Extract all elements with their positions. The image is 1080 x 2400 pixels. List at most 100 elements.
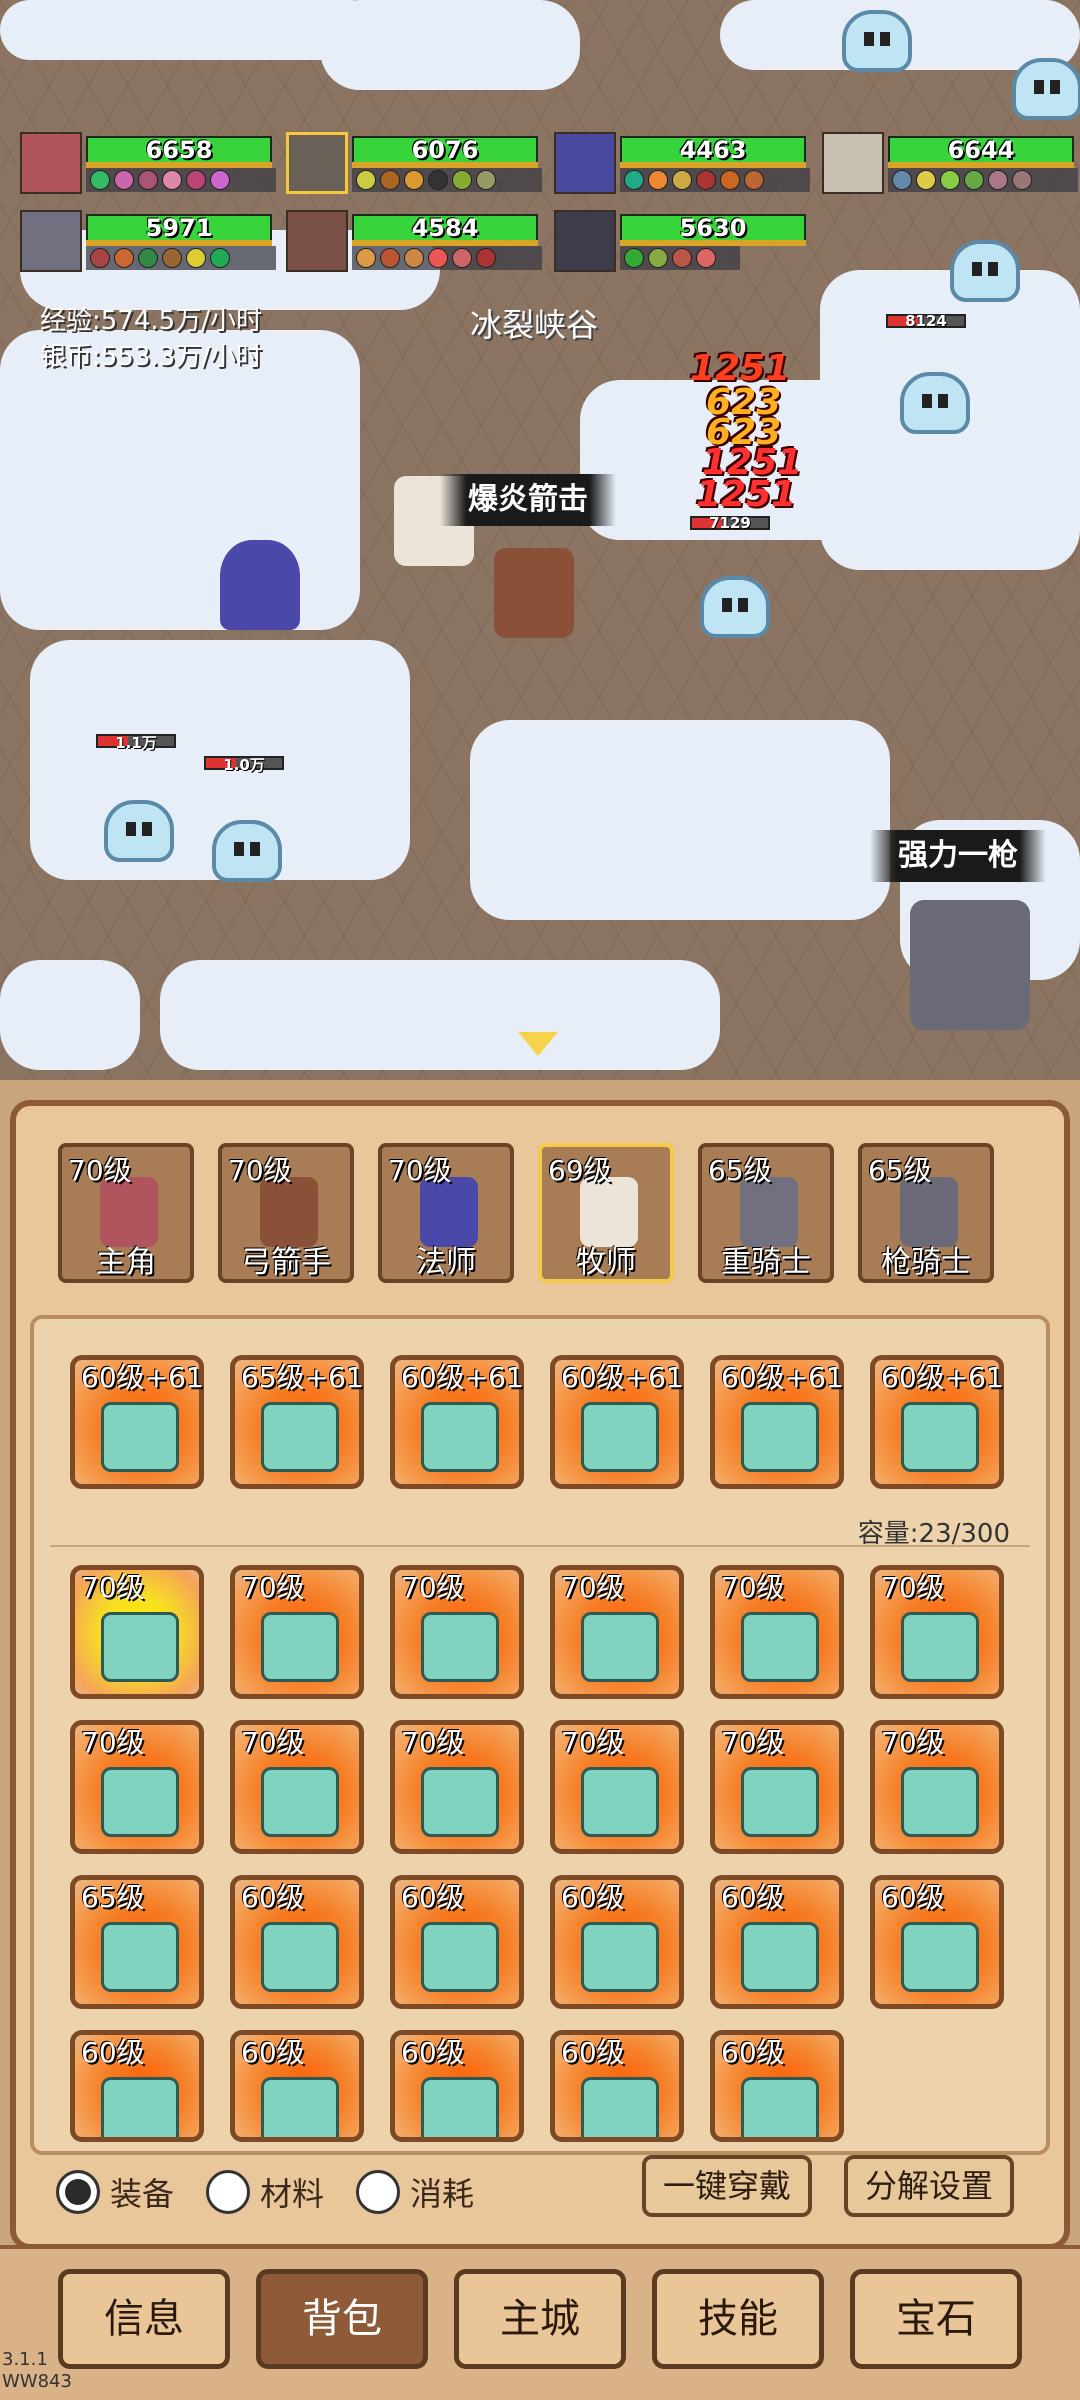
filter-materials[interactable]: 材料 [206,2167,324,2217]
inventory-slot[interactable]: 60级 [390,1875,524,2009]
item-level: 60级+61 [561,1361,684,1394]
item-level: 70级 [721,1726,785,1759]
item-level: 60级 [81,2036,145,2069]
ice-spirit-enemy[interactable] [842,10,912,72]
build-line: WW843 [2,2371,72,2392]
equipped-slot[interactable]: 65级+61 [230,1355,364,1489]
item-level: 65级+61 [241,1361,364,1394]
armor-icon [101,1922,179,1992]
item-level: 60级 [241,1881,305,1914]
helmet-icon [261,1767,339,1837]
equipped-slot[interactable]: 60级+61 [70,1355,204,1489]
pants-icon [741,1612,819,1682]
inventory-slot[interactable]: 70级 [70,1565,204,1699]
party-hp-card[interactable]: 6658 [20,132,280,194]
party-tab-priest[interactable]: 69级 牧师 [538,1143,674,1283]
radio-selected-icon [56,2170,100,2214]
party-tab-protagonist[interactable]: 70级 主角 [58,1143,194,1283]
party-hp-card[interactable]: 5971 [20,210,280,272]
inventory-slot[interactable]: 60级 [550,1875,684,2009]
inventory-slot[interactable]: 70级 [870,1565,1004,1699]
ice-spirit-enemy[interactable] [950,240,1020,302]
ice-spirit-enemy[interactable] [900,372,970,434]
dismantle-settings-button[interactable]: 分解设置 [844,2155,1014,2217]
hp-value: 4584 [411,214,479,242]
inventory-slot[interactable]: 60级 [230,2030,364,2142]
hp-value: 6076 [411,136,479,164]
party-hp-card[interactable]: 4463 [554,132,814,194]
pants-icon [421,2077,499,2137]
nav-bag[interactable]: 背包 [256,2269,428,2369]
inventory-slot[interactable]: 70级 [550,1720,684,1854]
dark-knight-portrait [554,210,616,272]
ice-spirit-enemy[interactable] [700,576,770,638]
armor-icon [741,1922,819,1992]
party-hp-card[interactable]: 6644 [822,132,1080,194]
inventory-slot[interactable]: 60级 [710,1875,844,2009]
item-level: 70级 [241,1571,305,1604]
item-level: 70级 [81,1571,145,1604]
inventory-slot[interactable]: 70级 [230,1720,364,1854]
mage-portrait [554,132,616,194]
knight-portrait [286,132,348,194]
nav-gems[interactable]: 宝石 [850,2269,1022,2369]
inventory-slot[interactable]: 60级 [550,2030,684,2142]
sword-icon [901,1922,979,1992]
inventory-slot[interactable]: 70级 [710,1720,844,1854]
inventory-slot[interactable]: 65级 [70,1875,204,2009]
helmet-icon [741,2077,819,2137]
inventory-slot[interactable]: 60级 [390,2030,524,2142]
party-tab-archer[interactable]: 70级 弓箭手 [218,1143,354,1283]
item-level: 60级 [881,1881,945,1914]
ice-spirit-enemy[interactable] [212,820,282,882]
party-hp-card[interactable]: 6076 [286,132,546,194]
bracer-icon [741,1767,819,1837]
inventory-slot[interactable]: 70级 [550,1565,684,1699]
skill-callout: 爆炎箭击 [440,474,616,526]
inventory-slot[interactable]: 70级 [70,1720,204,1854]
item-level: 60级 [401,2036,465,2069]
nav-city[interactable]: 主城 [454,2269,626,2369]
helmet-icon [101,2077,179,2137]
inventory-slot[interactable]: 60级 [230,1875,364,2009]
item-level: 70级 [561,1726,625,1759]
armor-icon [581,1922,659,1992]
equipped-slot[interactable]: 60级+61 [710,1355,844,1489]
heavy-knight-portrait [20,210,82,272]
skill-icons [352,246,542,270]
mage-hero-sprite [220,540,300,630]
equipped-slot[interactable]: 60级+61 [550,1355,684,1489]
item-level: 60级+61 [721,1361,844,1394]
shoulder-icon [741,1402,819,1472]
equipped-slot[interactable]: 60级+61 [390,1355,524,1489]
inventory-slot[interactable]: 60级 [710,2030,844,2142]
equipped-slot[interactable]: 60级+61 [870,1355,1004,1489]
party-tab-lancer[interactable]: 65级 枪骑士 [858,1143,994,1283]
inventory-slot[interactable]: 70级 [390,1565,524,1699]
item-level: 60级 [561,1881,625,1914]
nav-skills[interactable]: 技能 [652,2269,824,2369]
item-level: 70级 [401,1571,465,1604]
enemy-hp-bar: 1.1万 [96,734,176,752]
bracer-icon [421,1612,499,1682]
ice-spirit-enemy[interactable] [1012,58,1080,120]
sword-icon [581,1612,659,1682]
equip-all-button[interactable]: 一键穿戴 [642,2155,812,2217]
item-level: 60级 [401,1881,465,1914]
inventory-slot[interactable]: 70级 [230,1565,364,1699]
party-tab-mage[interactable]: 70级 法师 [378,1143,514,1283]
shoulder-icon [421,1922,499,1992]
ice-spirit-enemy[interactable] [104,800,174,862]
nav-info[interactable]: 信息 [58,2269,230,2369]
inventory-slot[interactable]: 70级 [710,1565,844,1699]
inventory-slot[interactable]: 60级 [70,2030,204,2142]
inventory-slot[interactable]: 60级 [870,1875,1004,2009]
party-hp-card[interactable]: 5630 [554,210,814,272]
party-hp-card[interactable]: 4584 [286,210,546,272]
party-tab-heavy-knight[interactable]: 65级 重骑士 [698,1143,834,1283]
filter-equipment[interactable]: 装备 [56,2167,174,2217]
inventory-slot[interactable]: 70级 [870,1720,1004,1854]
filter-consumables[interactable]: 消耗 [356,2167,474,2217]
inventory-slot[interactable]: 70级 [390,1720,524,1854]
item-level: 60级+61 [401,1361,524,1394]
